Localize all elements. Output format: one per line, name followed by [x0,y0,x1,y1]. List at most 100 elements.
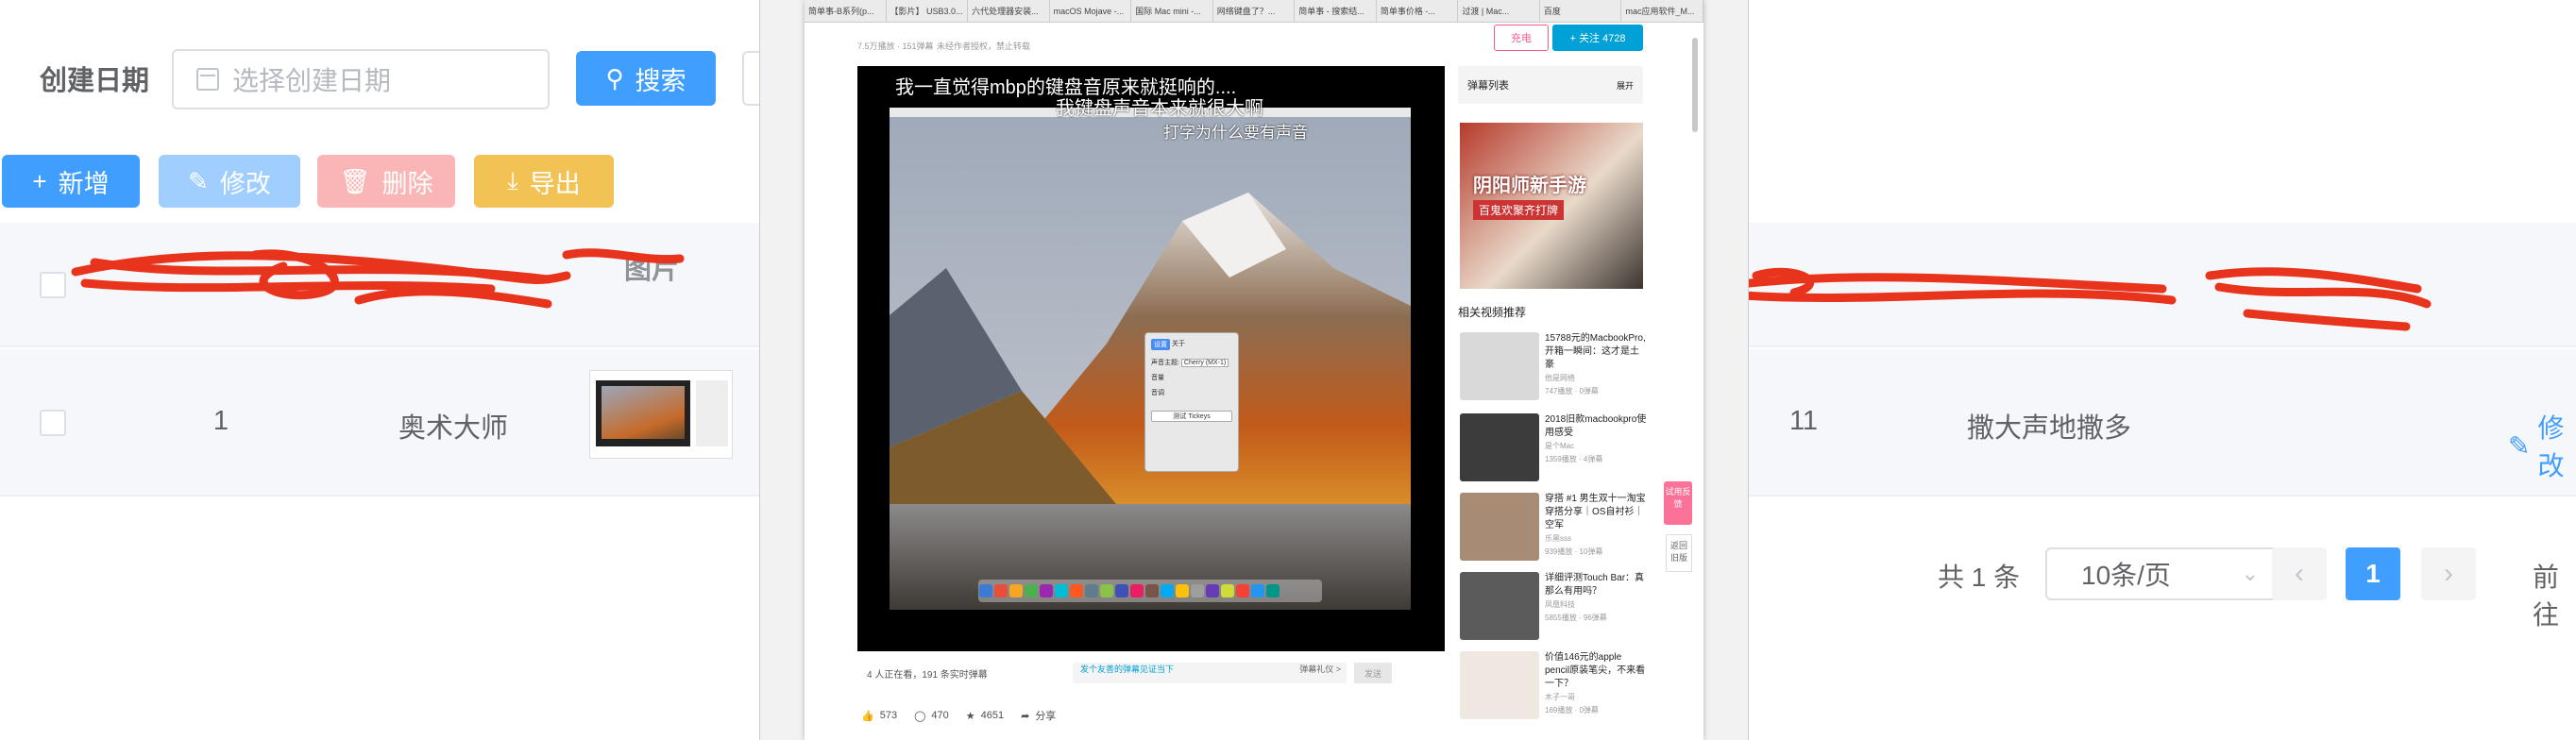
related-video-stats: 5855播放 · 96弹幕 [1545,614,1607,622]
browser-tab-bar: 简单事-B系列(p... 【影片】 USB3.0... 六代处理器安装... macO… [805,0,1703,23]
row-edit-link[interactable]: ✎ 修改 [2508,408,2576,483]
related-video-title[interactable]: 详细评测Touch Bar：真那么有用吗？ [1545,572,1647,598]
row-name: 奥术大师 [398,413,508,444]
date-label: 创建日期 [40,66,150,96]
goto-label: 前往 [2533,563,2560,630]
row-checkbox[interactable] [40,410,66,436]
tickeys-dialog: 设置 关于 声音主题: Cherry (MX-1) 音量 音调 测试 Ticke… [1144,332,1239,472]
page-size-select[interactable]: 10条/页 ⌄ [2045,547,2278,600]
browser-tab[interactable]: 简单事-B系列(p... [805,0,887,23]
image-column-text: 图片 [623,255,679,285]
browser-tab[interactable]: 网络键盘了？... [1213,0,1296,23]
pagination-total: 共 1 条 [1938,563,2021,592]
danmaku-line-2: 我键盘声音本来就很大啊 [1056,98,1263,119]
plus-icon: + [32,166,47,195]
row-image-thumbnail[interactable] [589,370,733,459]
row-edit-label: 修改 [2537,413,2565,480]
browser-tab[interactable]: macOS Mojave -... [1050,0,1132,23]
related-video-title[interactable]: 2018旧款macbookpro使用感受 [1545,413,1647,440]
page-size-value: 10条/页 [2081,561,2171,590]
related-video-item[interactable]: 穿搭 #1 男生双十一淘宝穿搭分享｜OS自衬衫｜空军乐黑sss 939播放 · 1… [1460,493,1647,564]
delete-button-label: 删除 [381,169,433,198]
follow-button[interactable]: + 关注 4728 [1552,25,1643,51]
download-icon: ⤓ [507,166,518,194]
related-video-thumbnail[interactable] [1460,332,1539,400]
date-picker-input[interactable]: 选择创建日期 [172,49,550,109]
mac-dock [978,580,1322,602]
next-page-button[interactable]: › [2421,547,2476,600]
related-video-title[interactable]: 穿搭 #1 男生双十一淘宝穿搭分享｜OS自衬衫｜空军 [1545,493,1647,532]
scrollbar-thumb[interactable] [1692,38,1698,132]
browser-tab[interactable]: 国际 Mac mini -... [1131,0,1213,23]
video-notice: 未经作者授权，禁止转载 [937,42,1031,51]
ad-title: 阴阳师新手游 [1473,176,1586,196]
like-count: 573 [879,710,898,721]
coin-count: 470 [931,710,949,721]
related-video-thumbnail[interactable] [1460,651,1539,719]
dialog-sound-value: Cherry (MX-1) [1180,359,1229,367]
related-video-item[interactable]: 详细评测Touch Bar：真那么有用吗？ 凤凰科技 5855播放 · 96弹幕 [1460,572,1645,644]
related-video-author: 乐黑sss [1545,534,1571,543]
coin-icon[interactable]: ◯ [914,710,925,722]
mac-desktop-frame: 设置 关于 声音主题: Cherry (MX-1) 音量 音调 测试 Ticke… [890,108,1411,610]
danmaku-list-label: 弹幕列表 [1467,80,1509,92]
favorite-count: 4651 [980,710,1005,721]
share-label: 分享 [1035,711,1057,722]
dialog-field-sound: 声音主题: [1151,360,1179,366]
delete-button[interactable]: 🗑 删除 [317,155,455,208]
select-all-checkbox[interactable] [40,272,66,298]
date-placeholder: 选择创建日期 [232,66,392,95]
video-meta: 7.5万播放 · 151弹幕 [857,42,934,51]
share-icon[interactable]: ➦ [1021,710,1029,722]
danmaku-placeholder: 发个友善的弹幕见证当下 [1080,664,1175,674]
feedback-button[interactable]: 试用反馈 [1664,481,1692,525]
search-button[interactable]: ⚲ 搜索 [576,51,716,106]
dialog-field-pitch: 音调 [1151,390,1164,396]
row-index: 1 [212,406,229,436]
trash-icon: 🗑 [339,166,371,195]
related-video-thumbnail[interactable] [1460,572,1539,640]
danmaku-etiquette: 弹幕礼仪 > [1299,664,1341,674]
danmaku-list-header[interactable]: 弹幕列表 展开 [1458,66,1643,104]
related-video-thumbnail[interactable] [1460,413,1539,481]
related-video-title[interactable]: 15788元的MacbookPro,开箱一瞬间：这才是土豪 [1545,332,1647,372]
browser-tab[interactable]: mac应用软件_M... [1621,0,1703,23]
search-icon: ⚲ [605,63,624,92]
edit-button[interactable]: ✎ 修改 [159,155,300,208]
related-video-stats: 939播放 · 10弹幕 [1545,547,1603,556]
browser-tab[interactable]: 六代处理器安装... [968,0,1050,23]
browser-tab[interactable]: 【影片】 USB3.0... [887,0,969,23]
expand-link[interactable]: 展开 [1617,79,1634,92]
calendar-icon [196,68,219,91]
browser-tab[interactable]: 简单事价格 -... [1377,0,1459,23]
related-video-author: 他是网络 [1545,374,1575,382]
back-old-version-button[interactable]: 返回旧版 [1666,534,1692,572]
related-video-stats: 1359播放 · 4弹幕 [1545,455,1603,463]
export-button[interactable]: ⤓ 导出 [474,155,614,208]
charge-button[interactable]: 充电 [1494,25,1549,51]
browser-tab[interactable]: 简单事 - 搜索结... [1295,0,1377,23]
ad-subtitle: 百鬼欢聚齐打牌 [1473,200,1565,220]
favorite-icon[interactable]: ★ [966,710,975,722]
prev-page-button[interactable]: ‹ [2272,547,2327,600]
related-video-item[interactable]: 价值146元的apple pencil原装笔尖，不来看一下？ 木子一哥 169播放 … [1460,651,1645,723]
related-video-author: 木子一哥 [1545,693,1575,701]
related-video-title[interactable]: 价值146元的apple pencil原装笔尖，不来看一下？ [1545,651,1647,691]
row-count: 11 [1788,406,1819,436]
game-ad-banner[interactable]: 阴阳师新手游 百鬼欢聚齐打牌 [1460,123,1643,289]
browser-tab[interactable]: 过渡 | Mac... [1458,0,1540,23]
related-video-thumbnail[interactable] [1460,493,1539,561]
browser-tab[interactable]: 百度 [1540,0,1622,23]
danmaku-input[interactable]: 发个友善的弹幕见证当下 弹幕礼仪 > [1073,663,1347,683]
danmaku-send-button[interactable]: 发送 [1354,663,1392,683]
preview-screenshot: 简单事-B系列(p... 【影片】 USB3.0... 六代处理器安装... macO… [805,0,1703,740]
export-button-label: 导出 [529,169,581,198]
dialog-field-volume: 音量 [1151,375,1164,381]
like-icon[interactable]: 👍 [861,710,874,722]
video-player[interactable]: 设置 关于 声音主题: Cherry (MX-1) 音量 音调 测试 Ticke… [857,66,1445,651]
viewer-count: 4 人正在看，191 条实时弹幕 [867,670,988,681]
related-video-item[interactable]: 2018旧款macbookpro使用感受 是个Mac 1359播放 · 4弹幕 [1460,413,1647,485]
current-page-button[interactable]: 1 [2346,547,2400,600]
add-button[interactable]: + 新增 [2,155,140,208]
related-video-item[interactable]: 15788元的MacbookPro,开箱一瞬间：这才是土豪 他是网络 747播放 ·… [1460,332,1647,404]
